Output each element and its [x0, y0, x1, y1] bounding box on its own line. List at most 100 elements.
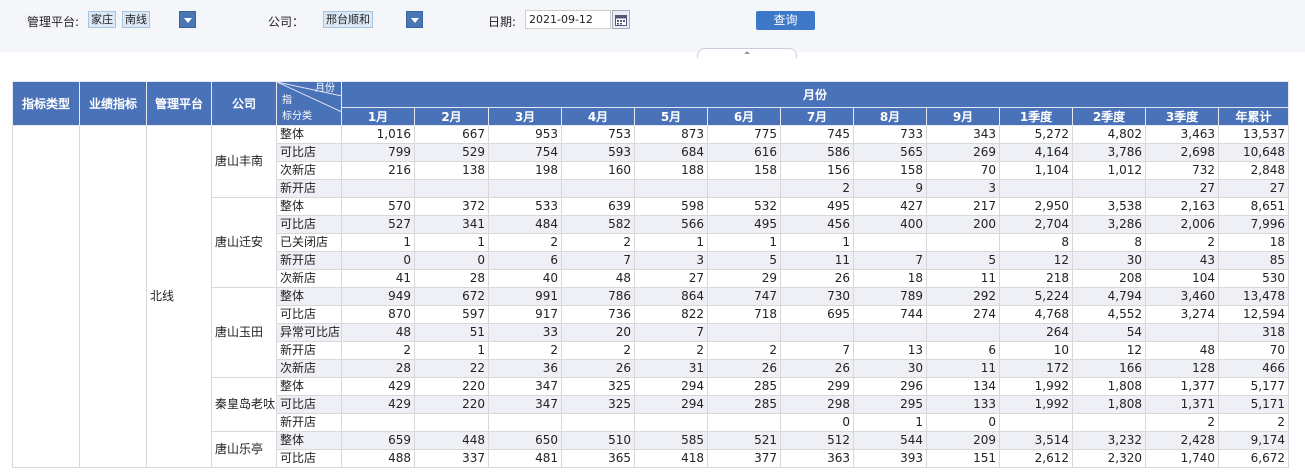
category-cell: 可比店	[276, 449, 342, 468]
col-metric[interactable]: 业绩指标	[79, 81, 147, 126]
value-cell: 585	[634, 431, 708, 450]
value-cell: 33	[488, 323, 562, 342]
value-cell: 3,286	[1072, 215, 1146, 234]
month-header-2[interactable]: 3月	[488, 107, 562, 126]
value-cell: 188	[634, 161, 708, 180]
value-cell: 1,377	[1145, 377, 1219, 396]
month-header-4[interactable]: 5月	[634, 107, 708, 126]
date-input[interactable]: 2021-09-12	[525, 10, 611, 29]
platform-dropdown-icon[interactable]	[179, 11, 196, 28]
value-cell: 1,808	[1072, 395, 1146, 414]
value-cell: 736	[561, 305, 635, 324]
value-cell: 299	[780, 377, 854, 396]
value-cell: 7	[561, 251, 635, 270]
company-tag[interactable]: 邢台顺和	[323, 11, 373, 28]
value-cell: 26	[707, 359, 781, 378]
value-cell: 48	[1145, 341, 1219, 360]
value-cell: 822	[634, 305, 708, 324]
value-cell: 26	[561, 359, 635, 378]
month-header-7[interactable]: 8月	[853, 107, 927, 126]
platform-tag-2[interactable]: 南线	[122, 11, 150, 28]
value-cell: 43	[1145, 251, 1219, 270]
month-header-0[interactable]: 1月	[341, 107, 415, 126]
value-cell	[999, 179, 1073, 198]
value-cell: 2,950	[999, 197, 1073, 216]
value-cell: 18	[1217, 233, 1290, 252]
value-cell: 2,006	[1145, 215, 1219, 234]
value-cell: 166	[1072, 359, 1146, 378]
month-header-1[interactable]: 2月	[414, 107, 489, 126]
value-cell: 953	[488, 125, 562, 144]
value-cell: 51	[414, 323, 489, 342]
value-cell: 28	[414, 269, 489, 288]
collapse-toggle-icon[interactable]	[697, 48, 797, 58]
month-header-6[interactable]: 7月	[780, 107, 854, 126]
month-header-10[interactable]: 2季度	[1072, 107, 1146, 126]
month-header-3[interactable]: 4月	[561, 107, 635, 126]
value-cell: 285	[707, 377, 781, 396]
value-cell: 3,463	[1145, 125, 1219, 144]
value-cell: 730	[780, 287, 854, 306]
value-cell: 30	[1072, 251, 1146, 270]
value-cell: 3,786	[1072, 143, 1146, 162]
value-cell: 544	[853, 431, 927, 450]
month-header-12[interactable]: 年累计	[1217, 107, 1290, 126]
platform-cell: 北线	[146, 125, 212, 468]
category-cell: 新开店	[276, 413, 342, 432]
value-cell: 418	[634, 449, 708, 468]
value-cell: 597	[414, 305, 489, 324]
value-cell: 5,272	[999, 125, 1073, 144]
value-cell: 26	[780, 269, 854, 288]
query-button[interactable]: 查询	[756, 11, 815, 30]
value-cell: 2	[1217, 413, 1290, 432]
value-cell: 1	[707, 233, 781, 252]
col-indicator-type[interactable]: 指标类型	[12, 81, 80, 126]
value-cell: 917	[488, 305, 562, 324]
platform-tag-1[interactable]: 家庄	[88, 11, 116, 28]
value-cell: 0	[414, 251, 489, 270]
value-cell: 2	[707, 341, 781, 360]
month-header-9[interactable]: 1季度	[999, 107, 1073, 126]
value-cell: 343	[926, 125, 1000, 144]
value-cell: 873	[634, 125, 708, 144]
value-cell: 427	[853, 197, 927, 216]
category-cell: 整体	[276, 377, 342, 396]
report-table-container[interactable]: 指标类型 业绩指标 管理平台 公司 月份 指 标分类 月份 1月 2月 3月 4月 5月…	[12, 81, 1296, 473]
calendar-icon[interactable]	[612, 10, 630, 29]
value-cell: 570	[341, 197, 415, 216]
company-label: 公司：	[268, 15, 305, 29]
category-cell: 可比店	[276, 305, 342, 324]
value-cell: 4,552	[1072, 305, 1146, 324]
value-cell	[1145, 323, 1219, 342]
value-cell: 294	[634, 395, 708, 414]
value-cell: 2	[488, 341, 562, 360]
category-cell: 新开店	[276, 251, 342, 270]
value-cell: 158	[853, 161, 927, 180]
value-cell: 198	[488, 161, 562, 180]
month-header-5[interactable]: 6月	[707, 107, 781, 126]
value-cell	[341, 179, 415, 198]
company-dropdown-icon[interactable]	[406, 11, 423, 28]
month-header-8[interactable]: 9月	[926, 107, 1000, 126]
value-cell: 217	[926, 197, 1000, 216]
col-platform[interactable]: 管理平台	[146, 81, 212, 126]
value-cell	[926, 323, 1000, 342]
value-cell: 650	[488, 431, 562, 450]
value-cell: 456	[780, 215, 854, 234]
value-cell: 3,460	[1145, 287, 1219, 306]
value-cell: 220	[414, 395, 489, 414]
month-header-11[interactable]: 3季度	[1145, 107, 1219, 126]
value-cell: 2,848	[1217, 161, 1290, 180]
category-cell: 可比店	[276, 215, 342, 234]
value-cell: 296	[853, 377, 927, 396]
value-cell: 484	[488, 215, 562, 234]
value-cell: 12	[999, 251, 1073, 270]
value-cell: 8	[999, 233, 1073, 252]
value-cell: 1,016	[341, 125, 415, 144]
col-company[interactable]: 公司	[211, 81, 277, 126]
value-cell: 200	[926, 215, 1000, 234]
value-cell: 208	[1072, 269, 1146, 288]
value-cell: 1,740	[1145, 449, 1219, 468]
value-cell: 2,163	[1145, 197, 1219, 216]
value-cell: 128	[1145, 359, 1219, 378]
